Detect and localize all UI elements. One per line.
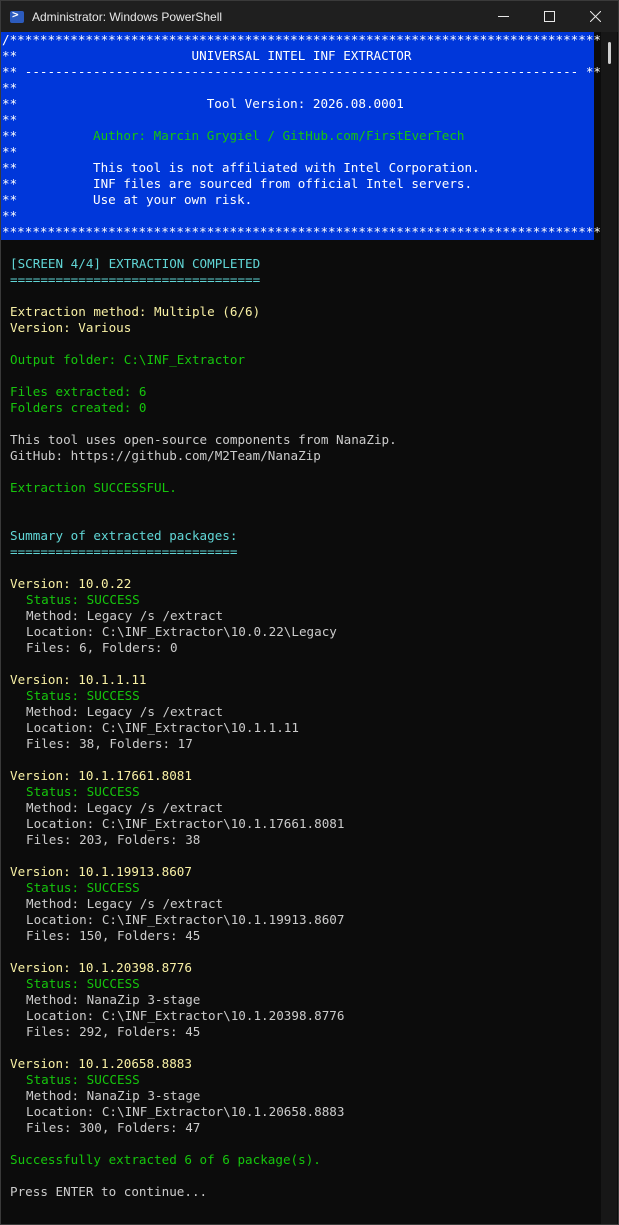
package-entry: Version: 10.1.20398.8776 Status: SUCCESS… xyxy=(1,960,602,1056)
banner-empty-line: ** ** xyxy=(2,80,602,95)
extraction-version: Version: Various xyxy=(10,320,132,335)
console-output[interactable]: /***************************************… xyxy=(1,32,602,1224)
banner-tool-name: ** UNIVERSAL INTEL INF EXTRACTOR ** xyxy=(2,48,602,63)
package-method: Method: Legacy /s /extract xyxy=(26,800,224,815)
package-files: Files: 150, Folders: 45 xyxy=(26,928,201,943)
package-location: Location: C:\INF_Extractor\10.0.22\Legac… xyxy=(26,624,337,639)
folders-created: Folders created: 0 xyxy=(10,400,147,415)
minimize-button[interactable] xyxy=(480,1,526,32)
package-status: Status: SUCCESS xyxy=(26,784,140,799)
banner-bottom-border: ****************************************… xyxy=(2,224,602,239)
package-location: Location: C:\INF_Extractor\10.1.20398.87… xyxy=(26,1008,345,1023)
screen-title-underline: ================================= xyxy=(10,272,261,287)
package-entry: Version: 10.1.20658.8883 Status: SUCCESS… xyxy=(1,1056,602,1152)
title-bar[interactable]: Administrator: Windows PowerShell xyxy=(1,1,618,32)
maximize-button[interactable] xyxy=(526,1,572,32)
screen-title: [SCREEN 4/4] EXTRACTION COMPLETED xyxy=(10,256,261,271)
banner-author-border-right: ** xyxy=(464,128,602,143)
powershell-window: Administrator: Windows PowerShell /*****… xyxy=(0,0,619,1225)
maximize-icon xyxy=(543,11,555,22)
package-files: Files: 292, Folders: 45 xyxy=(26,1024,201,1039)
extraction-method: Extraction method: Multiple (6/6) xyxy=(10,304,261,319)
banner-disclaimer-2: ** INF files are sourced from official I… xyxy=(2,176,602,191)
package-entry: Version: 10.0.22 Status: SUCCESS Method:… xyxy=(1,576,602,672)
package-status: Status: SUCCESS xyxy=(26,592,140,607)
package-location: Location: C:\INF_Extractor\10.1.19913.86… xyxy=(26,912,345,927)
banner-top-border: /***************************************… xyxy=(2,32,602,47)
package-method: Method: Legacy /s /extract xyxy=(26,896,224,911)
scrollbar-thumb[interactable] xyxy=(608,42,611,64)
banner-author-text: Author: Marcin Grygiel / GitHub.com/Firs… xyxy=(17,128,465,143)
package-status: Status: SUCCESS xyxy=(26,976,140,991)
package-version: Version: 10.1.20398.8776 xyxy=(10,960,192,975)
nanazip-note: This tool uses open-source components fr… xyxy=(10,432,397,447)
final-message: Successfully extracted 6 of 6 package(s)… xyxy=(10,1152,321,1167)
package-entry: Version: 10.1.19913.8607 Status: SUCCESS… xyxy=(1,864,602,960)
package-version: Version: 10.1.19913.8607 xyxy=(10,864,192,879)
package-method: Method: NanaZip 3-stage xyxy=(26,992,201,1007)
package-method: Method: NanaZip 3-stage xyxy=(26,1088,201,1103)
banner-author-border: ** xyxy=(2,128,18,143)
banner-disclaimer-1: ** This tool is not affiliated with Inte… xyxy=(2,160,602,175)
package-location: Location: C:\INF_Extractor\10.1.1.11 xyxy=(26,720,299,735)
close-icon xyxy=(589,11,601,22)
banner-disclaimer-3: ** Use at your own risk. ** xyxy=(2,192,602,207)
banner-empty-line: ** ** xyxy=(2,144,602,159)
banner-empty-line: ** ** xyxy=(2,208,602,223)
package-status: Status: SUCCESS xyxy=(26,1072,140,1087)
banner-tool-version: ** Tool Version: 2026.08.0001 ** xyxy=(2,96,602,111)
vertical-scrollbar[interactable] xyxy=(601,32,617,1224)
package-status: Status: SUCCESS xyxy=(26,880,140,895)
package-method: Method: Legacy /s /extract xyxy=(26,704,224,719)
package-location: Location: C:\INF_Extractor\10.1.20658.88… xyxy=(26,1104,345,1119)
package-files: Files: 6, Folders: 0 xyxy=(26,640,178,655)
files-extracted: Files extracted: 6 xyxy=(10,384,147,399)
package-method: Method: Legacy /s /extract xyxy=(26,608,224,623)
package-files: Files: 300, Folders: 47 xyxy=(26,1120,201,1135)
minimize-icon xyxy=(497,16,509,17)
package-status: Status: SUCCESS xyxy=(26,688,140,703)
package-version: Version: 10.1.17661.8081 xyxy=(10,768,192,783)
powershell-icon xyxy=(10,8,24,23)
nanazip-github-link: GitHub: https://github.com/M2Team/NanaZi… xyxy=(10,448,321,463)
banner-author: ** Author: Marcin Grygiel / GitHub.com/F… xyxy=(1,128,602,144)
banner-divider: ** -------------------------------------… xyxy=(2,64,601,79)
package-entry: Version: 10.1.17661.8081 Status: SUCCESS… xyxy=(1,768,602,864)
package-list: Version: 10.0.22 Status: SUCCESS Method:… xyxy=(1,576,602,1152)
banner-empty-line: ** ** xyxy=(2,112,602,127)
console-body: [SCREEN 4/4] EXTRACTION COMPLETED ======… xyxy=(1,240,602,1200)
output-folder: Output folder: C:\INF_Extractor xyxy=(10,352,246,367)
package-version: Version: 10.1.20658.8883 xyxy=(10,1056,192,1071)
package-location: Location: C:\INF_Extractor\10.1.17661.80… xyxy=(26,816,345,831)
package-entry: Version: 10.1.1.11 Status: SUCCESS Metho… xyxy=(1,672,602,768)
package-files: Files: 203, Folders: 38 xyxy=(26,832,201,847)
summary-title: Summary of extracted packages: xyxy=(10,528,238,543)
package-version: Version: 10.0.22 xyxy=(10,576,132,591)
extraction-result: Extraction SUCCESSFUL. xyxy=(10,480,177,495)
close-button[interactable] xyxy=(572,1,618,32)
summary-underline: ============================== xyxy=(10,544,238,559)
package-version: Version: 10.1.1.11 xyxy=(10,672,147,687)
package-files: Files: 38, Folders: 17 xyxy=(26,736,193,751)
continue-prompt: Press ENTER to continue... xyxy=(10,1184,208,1199)
window-title: Administrator: Windows PowerShell xyxy=(32,9,223,24)
header-banner: /***************************************… xyxy=(1,32,602,240)
